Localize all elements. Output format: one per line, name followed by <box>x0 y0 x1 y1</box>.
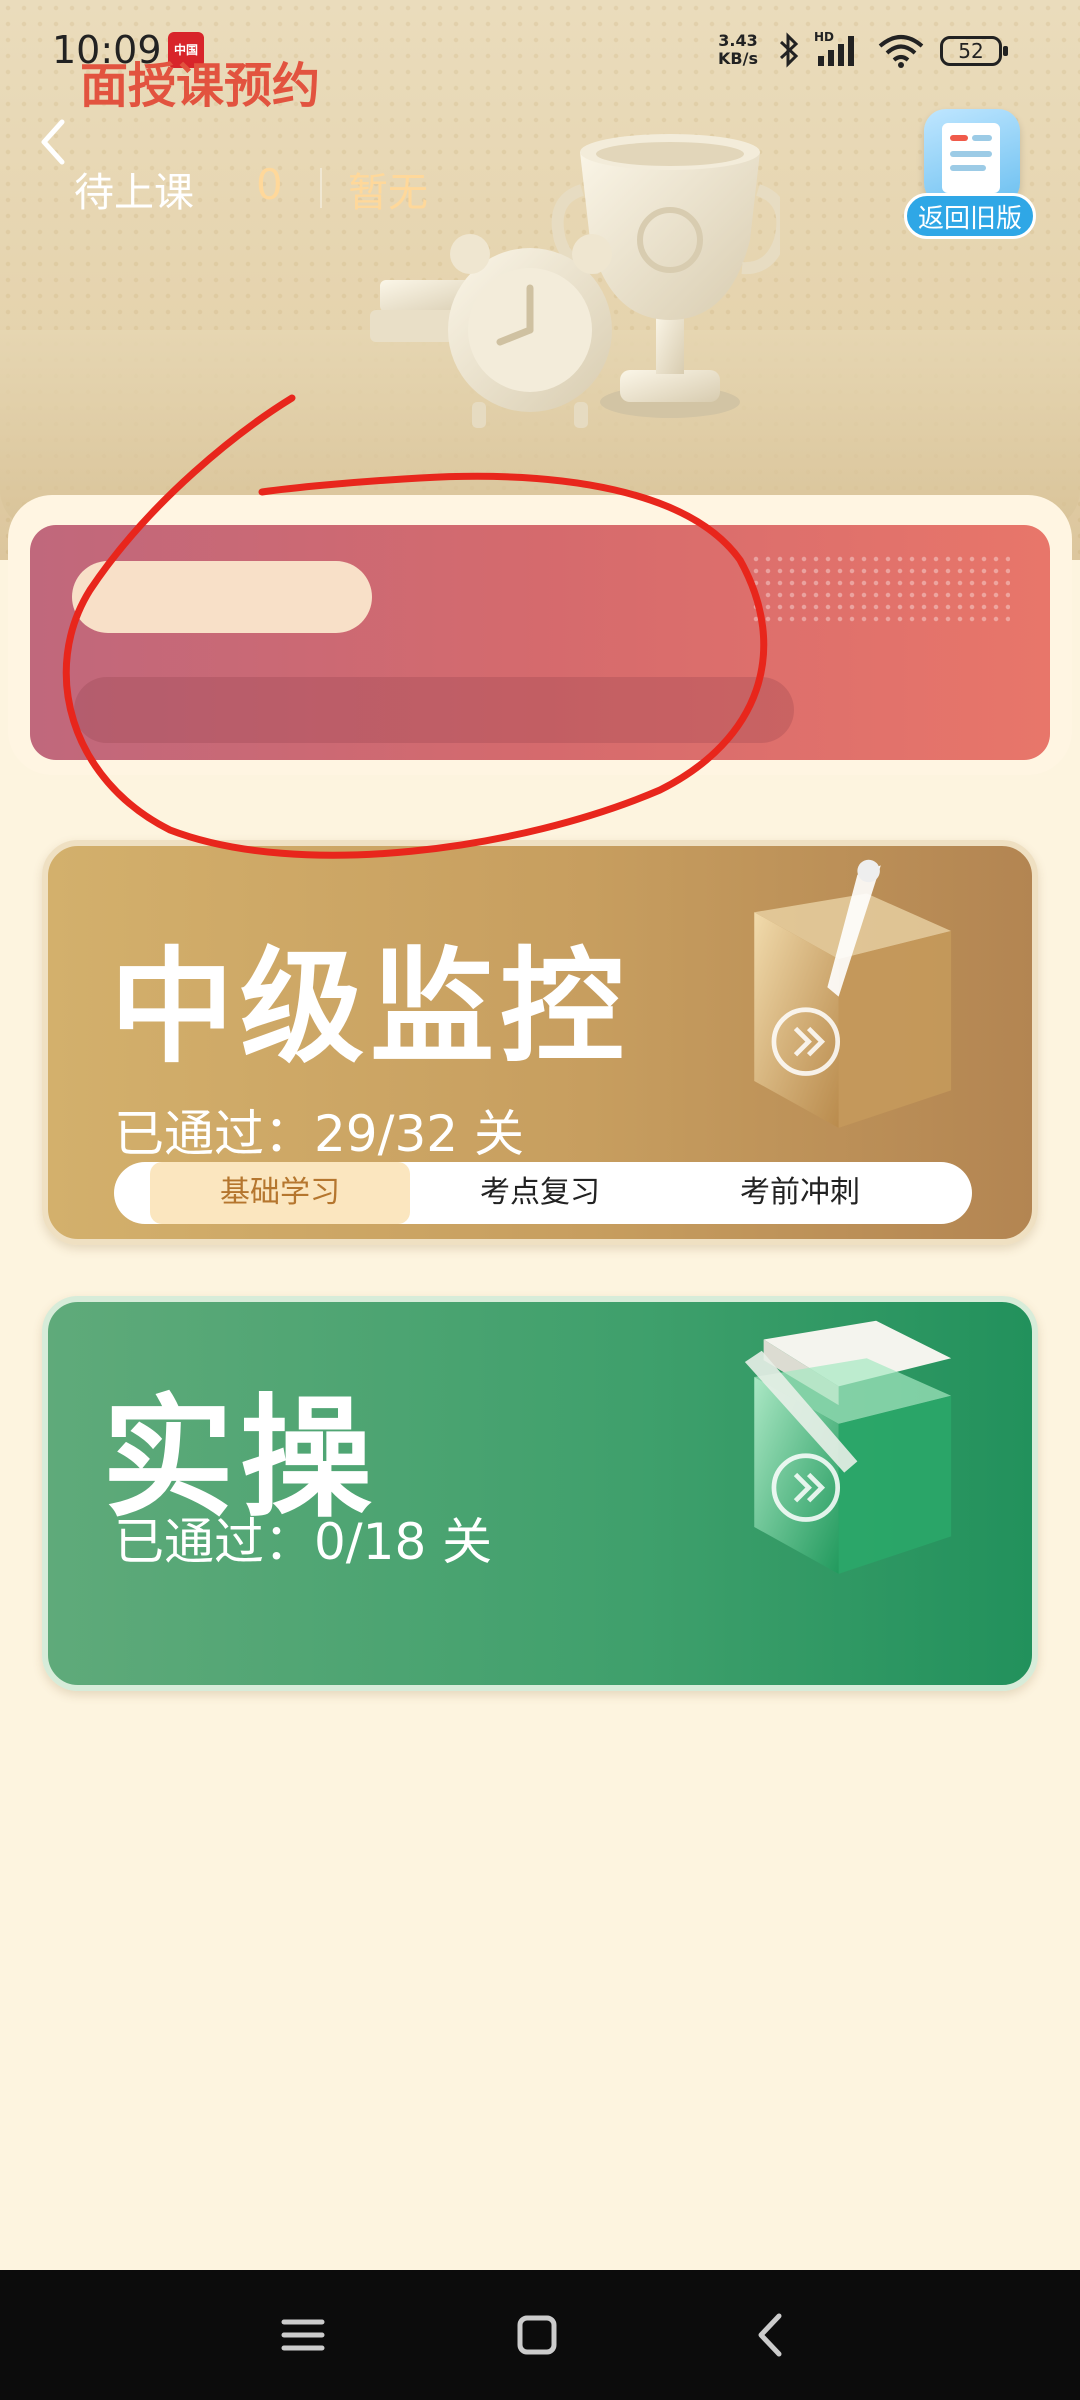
back-button[interactable] <box>28 112 78 172</box>
status-icons: HD <box>778 30 926 70</box>
tab-basic-study[interactable]: 基础学习 <box>150 1162 410 1224</box>
network-speed: 3.43 KB/s <box>718 32 758 68</box>
course-progress: 已通过：0/18 关 <box>114 1513 493 1571</box>
bluetooth-icon <box>779 32 799 68</box>
book-cube-icon <box>744 1320 952 1574</box>
course-card-intermediate-monitoring[interactable]: 中级监控 已通过：29/32 关 基础学习 考点复习 考前冲刺 <box>42 840 1038 1245</box>
pending-class-count: 0 <box>256 160 283 209</box>
system-navigation-bar <box>0 2270 1080 2400</box>
decorative-dots <box>750 553 1010 623</box>
course-progress: 已通过：29/32 关 <box>114 1105 524 1163</box>
home-square-icon[interactable] <box>502 2300 572 2370</box>
cellular-signal-icon: HD <box>814 30 862 68</box>
course-title: 中级监控 <box>110 936 631 1080</box>
battery-icon: 52 <box>940 36 1008 66</box>
pending-class-status: 暂无 <box>348 170 428 216</box>
old-version-label: 返回旧版 <box>904 193 1036 239</box>
tab-pre-exam-sprint[interactable]: 考前冲刺 <box>670 1162 930 1224</box>
old-version-button[interactable]: 返回旧版 <box>900 105 1042 243</box>
tab-key-point-review[interactable]: 考点复习 <box>410 1162 670 1224</box>
booking-title: 面授课预约 <box>80 58 321 114</box>
network-speed-unit: KB/s <box>718 49 758 68</box>
pending-class-label: 待上课 <box>74 170 194 216</box>
face-to-face-booking-card[interactable] <box>30 525 1050 760</box>
pending-class-bar <box>74 677 794 743</box>
booking-title-pill <box>72 561 372 633</box>
network-speed-value: 3.43 <box>718 31 758 50</box>
signal-hd-label: HD <box>814 30 835 44</box>
menu-icon[interactable] <box>268 2300 338 2370</box>
nav-back-icon[interactable] <box>735 2300 805 2370</box>
document-icon <box>924 109 1020 205</box>
wifi-icon <box>878 35 924 68</box>
level-tabs: 基础学习 考点复习 考前冲刺 <box>114 1162 972 1224</box>
course-card-practical[interactable]: 实操 已通过：0/18 关 <box>42 1296 1038 1691</box>
pen-cube-icon <box>754 859 952 1128</box>
pending-divider <box>320 168 322 208</box>
